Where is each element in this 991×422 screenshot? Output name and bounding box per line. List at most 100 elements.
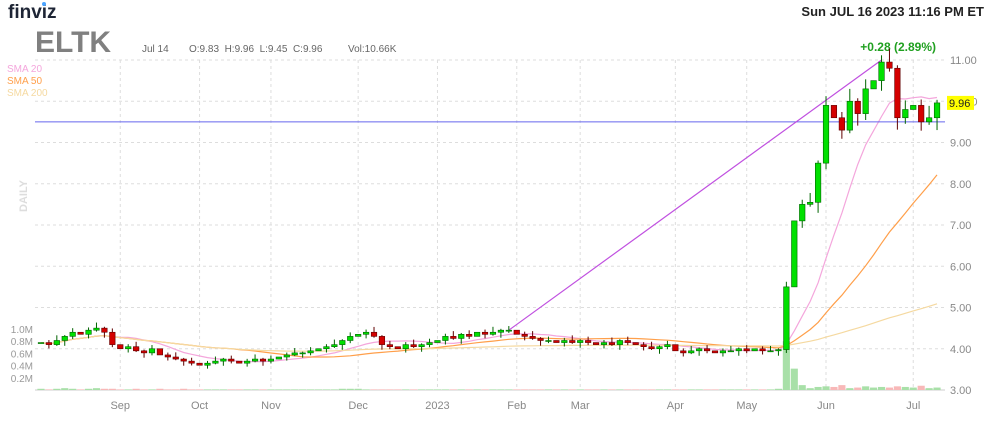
candle: [553, 340, 560, 343]
volume-bar: [616, 389, 624, 390]
volume-bar: [195, 389, 204, 390]
volume-bar: [862, 386, 870, 390]
candle: [148, 348, 156, 354]
candle: [624, 340, 631, 343]
chart-container: finviz Sun JUL 16 2023 11:16 PM ET ELTK …: [0, 0, 991, 422]
volume-bar: [211, 389, 219, 390]
candle: [735, 348, 742, 352]
candle: [370, 331, 378, 337]
candle: [648, 346, 655, 350]
volume-bar: [521, 389, 529, 390]
candle: [363, 331, 370, 335]
volume-bar: [584, 389, 592, 390]
candle: [180, 358, 187, 362]
volume-bar: [132, 388, 140, 390]
candle: [608, 342, 615, 345]
volume-bar: [449, 389, 457, 390]
y-tick-label: 9.00: [950, 138, 971, 150]
volume-bar: [307, 389, 315, 390]
candle: [870, 80, 877, 90]
volume-tick-label: 0.2M: [11, 374, 33, 385]
sma-line-sma200: [40, 303, 938, 352]
volume-bar: [251, 389, 259, 390]
candle: [109, 331, 116, 345]
volume-readout: Vol:10.66K: [348, 44, 397, 55]
legend-sma20: SMA 20: [7, 64, 42, 75]
x-tick-label: Apr: [667, 400, 684, 412]
volume-bar: [560, 389, 568, 390]
candle: [838, 117, 845, 131]
candle: [45, 342, 52, 345]
volume-tick-label: 1.0M: [11, 325, 33, 336]
volume-bar: [719, 389, 727, 390]
volume-bar: [283, 389, 291, 390]
volume-bar: [790, 368, 798, 390]
y-tick-label: 5.00: [950, 303, 971, 315]
volume-bar: [441, 389, 449, 390]
volume-bar: [188, 389, 196, 390]
volume-bar: [663, 389, 671, 390]
candle: [283, 354, 290, 358]
volume-bar: [655, 389, 664, 390]
candle: [910, 105, 917, 110]
candle: [101, 327, 108, 333]
x-tick-label: Feb: [507, 400, 526, 412]
volume-bar: [410, 389, 418, 390]
ohlc-readout: O:9.83 H:9.96 L:9.45 C:9.96: [189, 44, 323, 55]
x-tick-label: Oct: [191, 400, 208, 412]
finviz-logo[interactable]: finviz: [8, 2, 57, 23]
candle: [489, 331, 497, 335]
volume-bar: [227, 389, 235, 390]
candle: [458, 334, 465, 339]
candle: [77, 331, 84, 335]
volume-bar: [457, 389, 465, 390]
candle: [299, 352, 306, 355]
volume-bar: [116, 389, 124, 390]
candle: [434, 340, 441, 343]
candle: [743, 348, 750, 352]
volume-bar: [735, 389, 743, 390]
volume-bar: [536, 389, 545, 390]
stock-chart[interactable]: finviz Sun JUL 16 2023 11:16 PM ET ELTK …: [0, 0, 991, 422]
candle: [450, 336, 457, 339]
volume-bar: [386, 389, 394, 390]
candle: [481, 331, 489, 335]
volume-bar: [798, 385, 806, 390]
candle: [815, 162, 822, 203]
volume-bar: [624, 389, 632, 390]
candle: [529, 336, 536, 339]
candle: [426, 342, 433, 345]
candle: [600, 342, 608, 345]
candle: [918, 105, 925, 123]
volume-bar: [418, 389, 426, 390]
candle: [251, 358, 259, 362]
volume-bar: [854, 387, 862, 390]
volume-bar: [425, 389, 434, 390]
y-tick-label: 7.00: [950, 220, 971, 232]
volume-bar: [703, 389, 711, 390]
candle: [664, 344, 671, 347]
volume-bar: [870, 387, 878, 390]
x-tick-label: Nov: [261, 400, 281, 412]
volume-bar: [909, 387, 917, 390]
candle: [259, 358, 267, 362]
candle: [339, 340, 346, 345]
legend-sma50: SMA 50: [7, 76, 42, 87]
y-tick-label: 8.00: [950, 179, 971, 191]
volume-bar: [505, 389, 513, 390]
candle: [585, 340, 592, 343]
candle: [125, 346, 132, 350]
y-tick-label: 4.00: [950, 344, 971, 356]
volume-bar: [219, 389, 227, 390]
volume-bar: [92, 388, 101, 390]
candle: [799, 204, 806, 222]
candle: [61, 336, 68, 341]
volume-bar: [576, 389, 584, 390]
volume-bar: [299, 389, 307, 390]
volume-bar: [568, 389, 576, 390]
candle: [188, 360, 195, 364]
volume-bar: [235, 389, 243, 390]
volume-bar: [743, 389, 751, 390]
volume-bar: [917, 385, 925, 390]
candle: [537, 338, 544, 341]
